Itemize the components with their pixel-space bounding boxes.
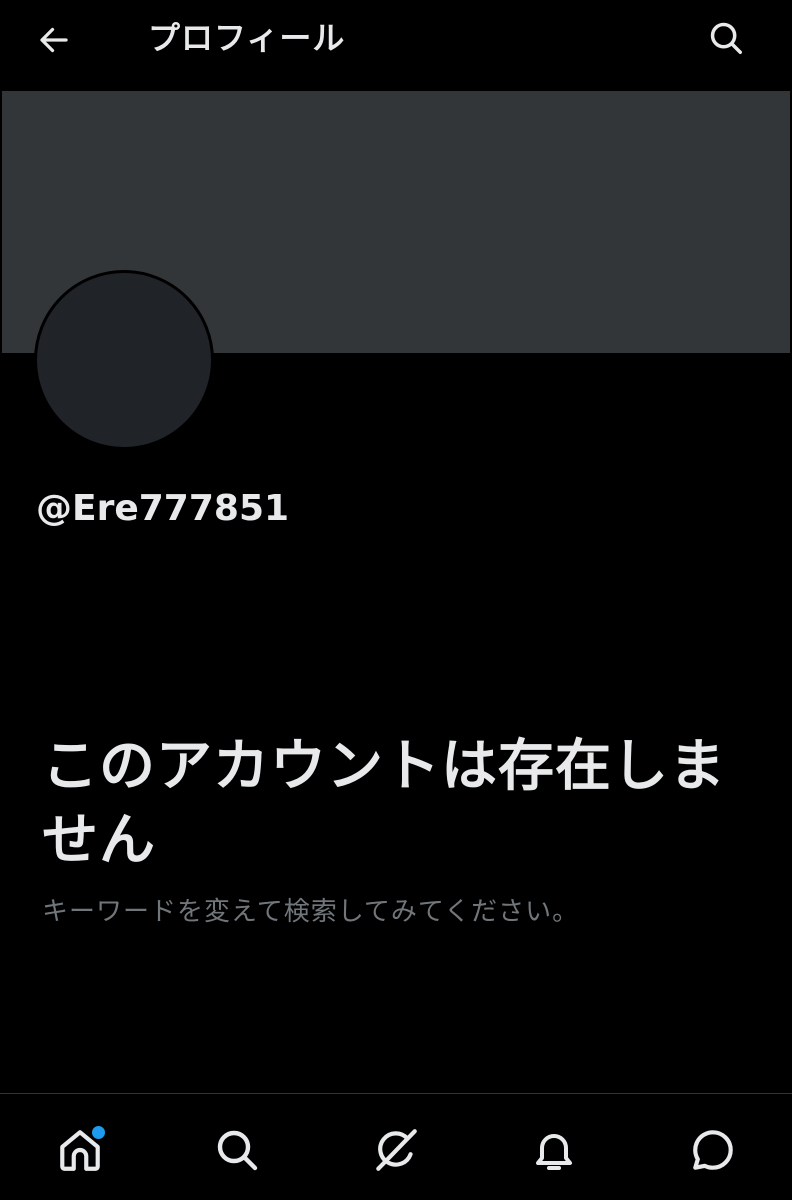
search-button[interactable] [704, 16, 748, 60]
profile-handle: @Ere777851 [36, 488, 290, 529]
nav-home[interactable] [52, 1122, 108, 1178]
profile-page: プロフィール @Ere777851 このアカウントは存在しません キーワードを変… [0, 0, 792, 1200]
grok-icon [376, 1129, 417, 1171]
top-bar: プロフィール [0, 0, 792, 90]
avatar[interactable] [34, 270, 214, 450]
nav-grok[interactable] [368, 1122, 424, 1178]
notification-dot [92, 1126, 105, 1139]
account-not-found-subtitle: キーワードを変えて検索してみてください。 [42, 897, 580, 927]
messages-icon [693, 1130, 733, 1170]
account-not-found-title: このアカウントは存在しません [42, 734, 726, 873]
arrow-left-icon [40, 27, 68, 53]
page-title: プロフィール [148, 19, 346, 57]
back-button[interactable] [32, 18, 76, 62]
nav-messages[interactable] [685, 1122, 741, 1178]
bottom-nav [0, 1093, 792, 1200]
nav-search[interactable] [209, 1122, 265, 1178]
bell-icon [536, 1134, 572, 1170]
search-icon [217, 1130, 258, 1171]
nav-notifications[interactable] [526, 1122, 582, 1178]
search-icon [710, 22, 742, 54]
